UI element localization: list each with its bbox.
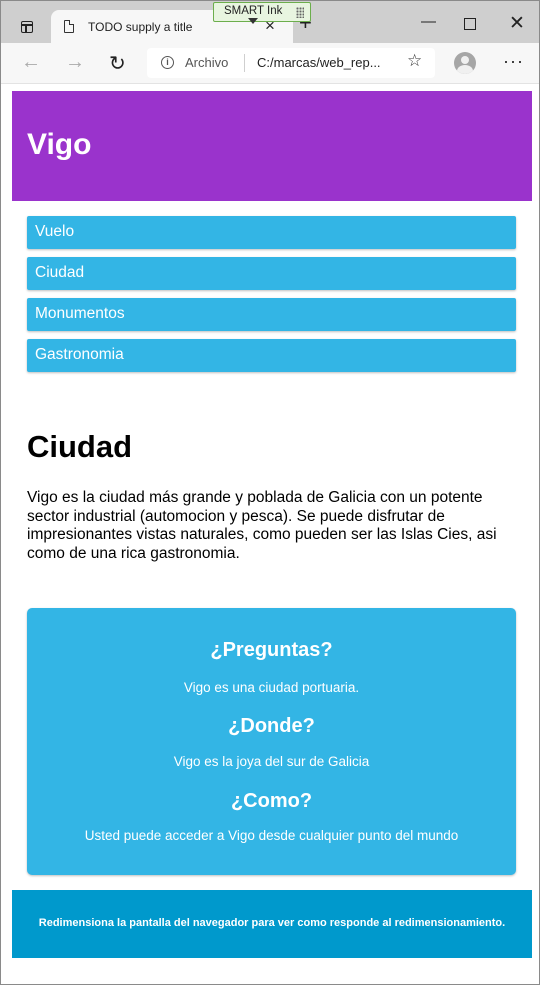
aside-heading: ¿Donde?: [228, 715, 315, 737]
page-title: Vigo: [27, 128, 92, 161]
section-title: Ciudad: [27, 429, 133, 464]
forward-button[interactable]: →: [65, 51, 85, 74]
page-header: Vigo: [12, 91, 532, 201]
profile-avatar[interactable]: [454, 52, 476, 74]
menu-item-label: Gastronomia: [35, 346, 124, 363]
title-bar: TODO supply a title × + — ✕ SMART Ink: [1, 1, 539, 44]
browser-window: TODO supply a title × + — ✕ SMART Ink ← …: [0, 0, 540, 985]
info-icon[interactable]: i: [161, 56, 174, 69]
aside-panel: ¿Preguntas? Vigo es una ciudad portuaria…: [27, 608, 516, 875]
section-text: Vigo es la ciudad más grande y poblada d…: [27, 489, 497, 562]
tab-title: TODO supply a title: [88, 20, 193, 34]
menu-item-label: Ciudad: [35, 264, 85, 281]
menu-item-gastronomia[interactable]: Gastronomia: [27, 339, 516, 372]
favorite-star-icon[interactable]: ☆: [407, 51, 422, 71]
url-text[interactable]: C:/marcas/web_rep...: [257, 55, 381, 70]
document-icon: [64, 20, 74, 33]
divider: [244, 54, 245, 72]
smart-ink-label: SMART Ink: [224, 5, 283, 17]
scheme-label: Archivo: [185, 55, 229, 70]
maximize-button[interactable]: [464, 18, 476, 30]
reload-button[interactable]: ↻: [109, 51, 126, 76]
menu-item-ciudad[interactable]: Ciudad: [27, 257, 516, 290]
minimize-button[interactable]: —: [421, 13, 436, 30]
menu-item-label: Monumentos: [35, 305, 125, 322]
smart-ink-toolbar[interactable]: SMART Ink: [213, 2, 311, 24]
dropdown-arrow-icon[interactable]: [248, 18, 258, 24]
aside-text: Vigo es la joya del sur de Galicia: [173, 754, 370, 769]
aside-text: Vigo es una ciudad portuaria.: [183, 680, 360, 695]
close-window-button[interactable]: ✕: [509, 12, 525, 35]
aside-heading: ¿Como?: [230, 790, 313, 812]
address-bar[interactable]: i Archivo C:/marcas/web_rep... ☆: [147, 48, 435, 78]
aside-heading: ¿Preguntas?: [210, 639, 333, 661]
page-footer: Redimensiona la pantalla del navegador p…: [12, 890, 532, 958]
footer-text: Redimensiona la pantalla del navegador p…: [38, 917, 506, 929]
menu-item-vuelo[interactable]: Vuelo: [27, 216, 516, 249]
page-viewport: Vigo Vuelo Ciudad Monumentos Gastronomia…: [2, 84, 539, 984]
address-toolbar: ← → ↻ i Archivo C:/marcas/web_rep... ☆ ·…: [1, 43, 539, 84]
aside-text: Usted puede acceder a Vigo desde cualqui…: [84, 828, 459, 843]
menu-item-monumentos[interactable]: Monumentos: [27, 298, 516, 331]
back-button[interactable]: ←: [21, 51, 41, 74]
window-menu-icon[interactable]: [21, 21, 33, 33]
menu-item-label: Vuelo: [35, 223, 75, 240]
drag-handle-icon[interactable]: [296, 7, 304, 18]
settings-menu-icon[interactable]: ···: [503, 51, 524, 72]
